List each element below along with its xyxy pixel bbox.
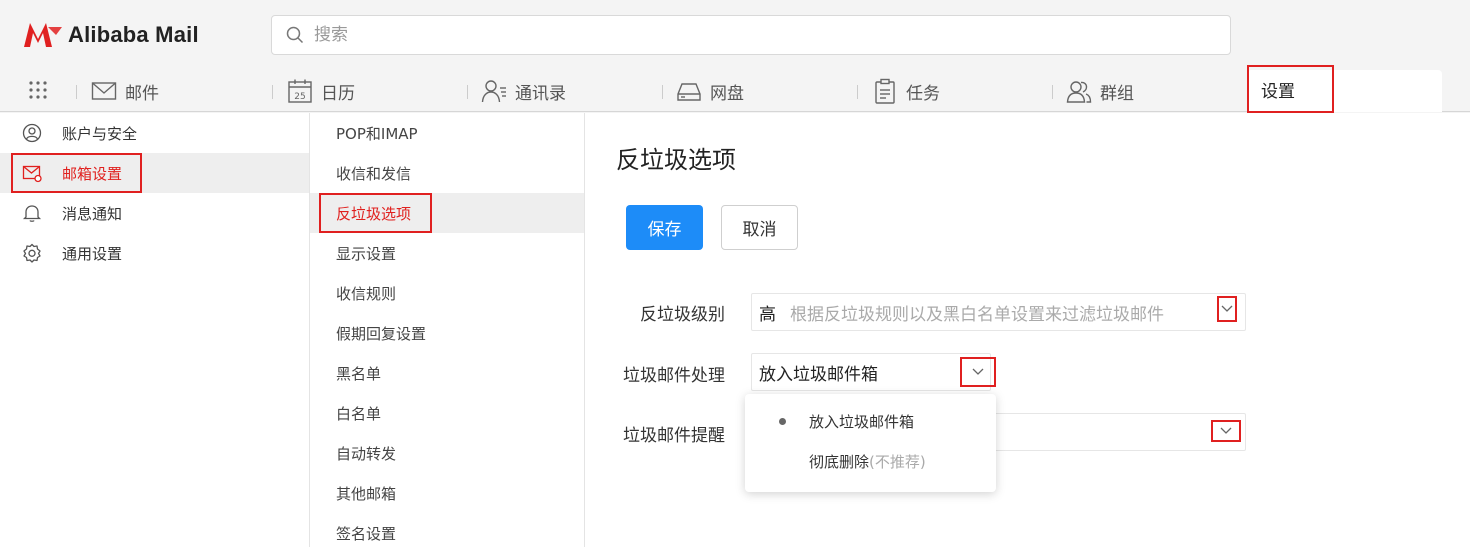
calendar-icon: 25: [288, 79, 312, 103]
settings-content: 反垃圾选项 保存 取消 反垃圾级别 高 根据反垃圾规则以及黑白名单设置来过滤垃圾…: [585, 113, 1470, 547]
subnav-item-other-mailbox[interactable]: 其他邮箱: [310, 473, 584, 513]
sidebar-item-account-security[interactable]: 账户与安全: [0, 113, 309, 153]
tab-settings[interactable]: 设置: [1247, 65, 1334, 113]
subnav-item-label: 收信和发信: [336, 164, 412, 183]
spam-handling-value: 放入垃圾邮件箱: [759, 364, 878, 385]
tab-tasks[interactable]: 任务: [872, 70, 940, 112]
sidebar-item-label: 消息通知: [62, 204, 123, 223]
highlight-box: [319, 193, 432, 233]
alibaba-mail-logo-icon: [24, 23, 62, 47]
dropdown-option-label: 放入垃圾邮件箱: [809, 412, 915, 431]
subnav-item-label: 收信规则: [336, 284, 397, 303]
nav-divider: [76, 85, 77, 99]
tab-drive[interactable]: 网盘: [676, 70, 744, 112]
highlight-box: [11, 153, 142, 193]
search-icon: [286, 26, 304, 44]
chevron-down-icon: [1221, 305, 1233, 312]
top-bar: Alibaba Mail: [0, 0, 1470, 70]
app-logo[interactable]: Alibaba Mail: [22, 20, 199, 50]
tab-groups-label: 群组: [1100, 83, 1134, 104]
subnav-item-signature[interactable]: 签名设置: [310, 513, 584, 547]
subnav-item-pop-imap[interactable]: POP和IMAP: [310, 113, 584, 153]
tab-groups[interactable]: 群组: [1066, 70, 1134, 112]
mail-icon: [91, 82, 117, 100]
selected-dot-icon: [779, 418, 786, 425]
spam-handling-label: 垃圾邮件处理: [623, 366, 725, 386]
subnav-item-label: 白名单: [336, 404, 382, 423]
group-icon: [1066, 81, 1092, 103]
subnav-item-label: POP和IMAP: [336, 124, 418, 143]
tab-contacts-label: 通讯录: [515, 83, 566, 104]
tab-drive-label: 网盘: [710, 83, 744, 104]
tab-contacts[interactable]: 通讯录: [481, 70, 566, 112]
sidebar-item-notifications[interactable]: 消息通知: [0, 193, 309, 233]
dropdown-option-delete-permanently[interactable]: 彻底删除 (不推荐): [745, 441, 996, 481]
subnav-item-label: 签名设置: [336, 524, 397, 543]
drive-icon: [677, 83, 701, 101]
apps-grid-icon[interactable]: [28, 80, 48, 100]
settings-sidebar: 账户与安全 邮箱设置 消息通知 通用设置: [0, 113, 310, 547]
spam-level-value: 高: [759, 304, 776, 325]
subnav-item-send-receive[interactable]: 收信和发信: [310, 153, 584, 193]
chevron-down-icon: [1220, 427, 1232, 434]
nav-divider: [662, 85, 663, 99]
spam-handling-select[interactable]: 放入垃圾邮件箱: [751, 353, 991, 391]
save-button[interactable]: 保存: [626, 205, 703, 250]
nav-divider: [1052, 85, 1053, 99]
tab-settings-label: 设置: [1261, 81, 1295, 102]
nav-divider: [467, 85, 468, 99]
subnav-item-blacklist[interactable]: 黑名单: [310, 353, 584, 393]
subnav-item-label: 显示设置: [336, 244, 397, 263]
page-title: 反垃圾选项: [616, 146, 736, 174]
search-input[interactable]: [314, 25, 1194, 45]
chevron-down-icon: [972, 368, 984, 375]
spam-handling-dropdown-menu: 放入垃圾邮件箱 彻底删除 (不推荐): [745, 394, 996, 492]
dropdown-option-note: (不推荐): [869, 452, 926, 471]
nav-divider: [857, 85, 858, 99]
spam-level-dropdown-toggle[interactable]: [1217, 296, 1237, 322]
sidebar-item-label: 通用设置: [62, 244, 123, 263]
dropdown-option-move-to-spam[interactable]: 放入垃圾邮件箱: [745, 401, 996, 441]
bell-icon: [22, 205, 42, 222]
spam-level-label: 反垃圾级别: [640, 305, 725, 325]
tab-calendar-label: 日历: [321, 83, 355, 104]
search-box[interactable]: [271, 15, 1231, 55]
cancel-button[interactable]: 取消: [721, 205, 798, 250]
calendar-day: 25: [294, 92, 305, 102]
subnav-item-label: 自动转发: [336, 444, 397, 463]
spam-reminder-label: 垃圾邮件提醒: [623, 426, 725, 446]
tab-mail-label: 邮件: [125, 83, 159, 104]
subnav-item-label: 其他邮箱: [336, 484, 397, 503]
subnav-item-auto-forward[interactable]: 自动转发: [310, 433, 584, 473]
spam-handling-dropdown-toggle[interactable]: [960, 357, 996, 387]
spam-level-hint: 根据反垃圾规则以及黑白名单设置来过滤垃圾邮件: [790, 304, 1164, 325]
main-nav: 邮件 25 日历 通讯录 网盘 任务 群组 设置: [0, 65, 1470, 113]
subnav-item-whitelist[interactable]: 白名单: [310, 393, 584, 433]
sidebar-item-label: 账户与安全: [62, 124, 138, 143]
subnav-item-vacation-reply[interactable]: 假期回复设置: [310, 313, 584, 353]
spam-level-select[interactable]: 高 根据反垃圾规则以及黑白名单设置来过滤垃圾邮件: [751, 293, 1246, 331]
subnav-item-display[interactable]: 显示设置: [310, 233, 584, 273]
nav-divider: [272, 85, 273, 99]
subnav-item-label: 假期回复设置: [336, 324, 427, 343]
tab-calendar[interactable]: 25 日历: [287, 70, 355, 112]
task-icon: [875, 78, 895, 104]
subnav-item-rules[interactable]: 收信规则: [310, 273, 584, 313]
tab-mail[interactable]: 邮件: [91, 70, 159, 112]
mailbox-settings-menu: POP和IMAP 收信和发信 反垃圾选项 显示设置 收信规则 假期回复设置 黑名…: [310, 113, 585, 547]
sidebar-item-general-settings[interactable]: 通用设置: [0, 233, 309, 273]
tab-tasks-label: 任务: [906, 83, 940, 104]
dropdown-option-label: 彻底删除: [809, 452, 870, 471]
user-circle-icon: [22, 123, 42, 143]
spam-reminder-dropdown-toggle[interactable]: [1211, 420, 1241, 442]
brand-name: Alibaba Mail: [68, 22, 199, 47]
gear-icon: [23, 243, 41, 263]
subnav-item-label: 黑名单: [336, 364, 382, 383]
contacts-icon: [481, 80, 506, 103]
